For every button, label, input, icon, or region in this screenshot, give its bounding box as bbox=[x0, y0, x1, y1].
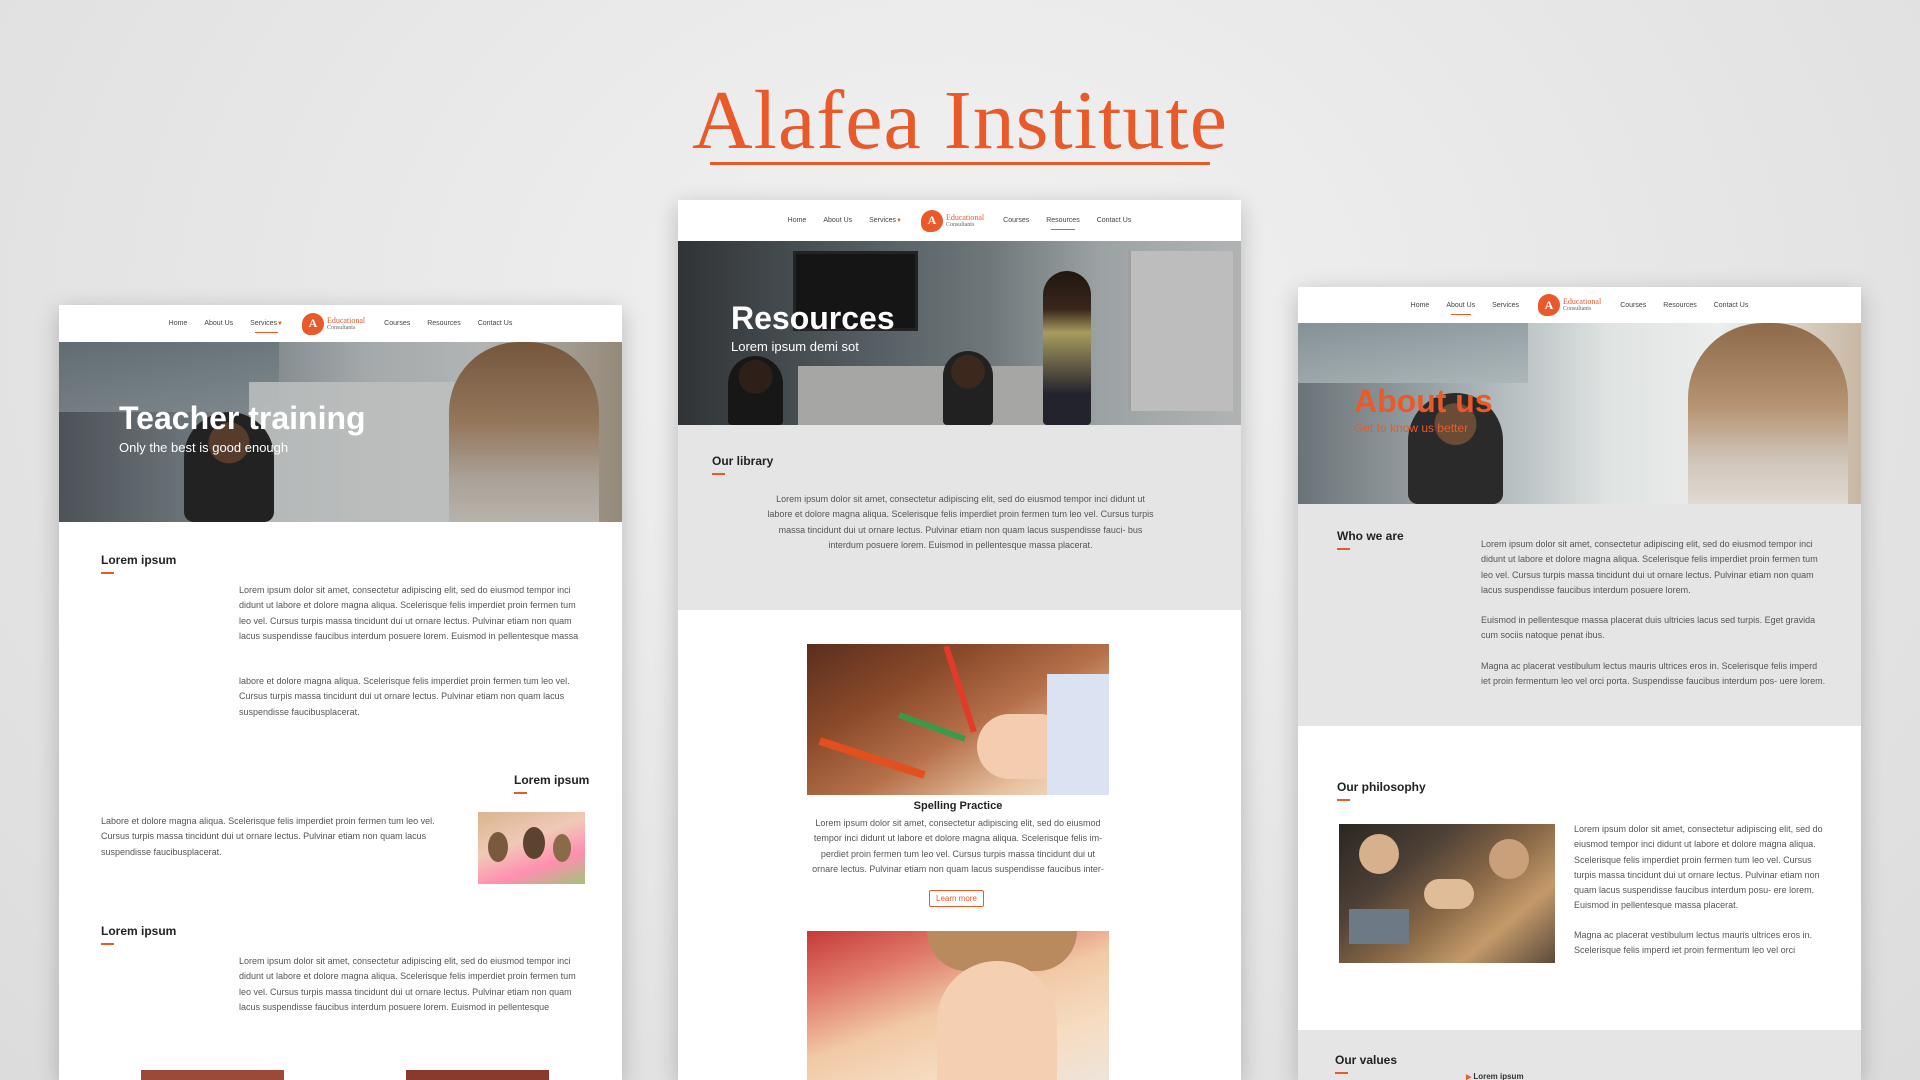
logo-icon: A bbox=[1537, 294, 1560, 316]
learn-more-button[interactable]: Learn more bbox=[929, 890, 984, 907]
mockup-resources: Home About Us Services▼ A Educational Con… bbox=[678, 200, 1241, 1080]
paragraph: Lorem ipsum dolor sit amet, consectetur … bbox=[1574, 824, 1823, 911]
paragraph: Lorem ipsum dolor sit amet, consectetur … bbox=[239, 956, 576, 1012]
nav-resources[interactable]: Resources bbox=[1046, 215, 1080, 230]
paragraph: Labore et dolore magna aliqua. Scelerisq… bbox=[101, 816, 435, 857]
top-nav: Home About Us Services▼ A Educational Con… bbox=[59, 305, 622, 342]
paragraph: Lorem ipsum dolor sit amet, consectetur … bbox=[239, 585, 579, 641]
nav-contact[interactable]: Contact Us bbox=[478, 318, 513, 329]
paragraph: Magna ac placerat vestibulum lectus maur… bbox=[1574, 930, 1813, 956]
nav-contact[interactable]: Contact Us bbox=[1097, 215, 1132, 226]
logo-line1: Educational bbox=[945, 212, 985, 222]
hero-title: About us bbox=[1354, 383, 1493, 419]
nav-about[interactable]: About Us bbox=[1446, 300, 1475, 315]
paragraph: Lorem ipsum dolor sit amet, consectetur … bbox=[812, 818, 1104, 874]
section-title: Lorem ipsum bbox=[101, 553, 177, 574]
logo-line2: Consultants bbox=[945, 221, 975, 228]
logo[interactable]: A Educational Consultants bbox=[301, 312, 366, 335]
mockup-teacher-training: Home About Us Services▼ A Educational Con… bbox=[59, 305, 622, 1080]
mockup-about-us: Home About Us Services A Educational Cons… bbox=[1298, 287, 1861, 1080]
top-nav: Home About Us Services▼ A Educational Con… bbox=[678, 200, 1241, 241]
nav-courses[interactable]: Courses bbox=[384, 318, 410, 329]
top-nav: Home About Us Services A Educational Cons… bbox=[1298, 287, 1861, 323]
hero-image: Resources Lorem ipsum demi sot bbox=[678, 241, 1241, 425]
hero-image: About us Get to know us better bbox=[1298, 323, 1861, 504]
section-title: Our library bbox=[712, 454, 774, 475]
logo[interactable]: A Educational Consultants bbox=[1537, 294, 1602, 316]
nav-home[interactable]: Home bbox=[1411, 300, 1430, 311]
nav-contact[interactable]: Contact Us bbox=[1714, 300, 1749, 311]
caret-down-icon: ▼ bbox=[895, 218, 902, 224]
hero-subtitle: Only the best is good enough bbox=[119, 440, 289, 455]
nav-services[interactable]: Services▼ bbox=[869, 215, 902, 226]
hero-subtitle: Get to know us better bbox=[1354, 421, 1469, 435]
caret-down-icon: ▼ bbox=[276, 321, 283, 327]
nav-services[interactable]: Services▼ bbox=[250, 318, 283, 333]
nav-about[interactable]: About Us bbox=[823, 215, 852, 226]
section-title: Lorem ipsum bbox=[101, 924, 177, 945]
logo-line2: Consultants bbox=[1562, 306, 1592, 312]
nav-home[interactable]: Home bbox=[169, 318, 188, 329]
hero-title: Resources bbox=[731, 300, 895, 336]
paragraph: Magna ac placerat vestibulum lectus maur… bbox=[1481, 661, 1826, 687]
spelling-photo bbox=[807, 644, 1109, 795]
nav-services-label: Services bbox=[869, 217, 896, 224]
logo-icon: A bbox=[920, 209, 943, 232]
team-photo bbox=[1339, 824, 1555, 963]
logo-line1: Educational bbox=[1562, 297, 1602, 306]
nav-courses[interactable]: Courses bbox=[1003, 215, 1029, 226]
logo-line1: Educational bbox=[326, 315, 366, 325]
paragraph: Lorem ipsum dolor sit amet, consectetur … bbox=[1481, 539, 1818, 595]
page-title: Alafea Institute bbox=[691, 74, 1229, 167]
nav-resources[interactable]: Resources bbox=[1663, 300, 1696, 311]
card-title: Spelling Practice bbox=[913, 800, 1003, 812]
nav-home[interactable]: Home bbox=[788, 215, 807, 226]
section-title: Our philosophy bbox=[1337, 780, 1426, 801]
paragraph: Lorem ipsum dolor sit amet, consectetur … bbox=[767, 494, 1154, 550]
values-list-item: Lorem ipsum bbox=[1466, 1072, 1523, 1080]
paragraph: labore et dolore magna aliqua. Scelerisq… bbox=[239, 676, 570, 717]
child-photo bbox=[807, 931, 1109, 1080]
paragraph: Euismod in pellentesque massa placerat d… bbox=[1481, 615, 1816, 641]
title-underline bbox=[710, 162, 1210, 165]
nav-services[interactable]: Services bbox=[1492, 300, 1519, 311]
hero-subtitle: Lorem ipsum demi sot bbox=[731, 339, 859, 354]
nav-services-label: Services bbox=[250, 320, 277, 327]
nav-about[interactable]: About Us bbox=[204, 318, 233, 329]
nav-courses[interactable]: Courses bbox=[1620, 300, 1646, 311]
logo[interactable]: A Educational Consultants bbox=[920, 209, 985, 232]
section-title: Our values bbox=[1335, 1053, 1398, 1074]
nav-resources[interactable]: Resources bbox=[427, 318, 460, 329]
hero-image: Teacher training Only the best is good e… bbox=[59, 342, 622, 522]
section-title: Lorem ipsum bbox=[514, 773, 590, 794]
logo-line2: Consultants bbox=[326, 324, 356, 331]
classroom-photo bbox=[478, 812, 585, 884]
photo-thumb bbox=[141, 1070, 284, 1080]
section-title: Who we are bbox=[1337, 529, 1404, 550]
hero-title: Teacher training bbox=[119, 400, 366, 436]
photo-thumb bbox=[406, 1070, 549, 1080]
logo-icon: A bbox=[301, 312, 324, 335]
